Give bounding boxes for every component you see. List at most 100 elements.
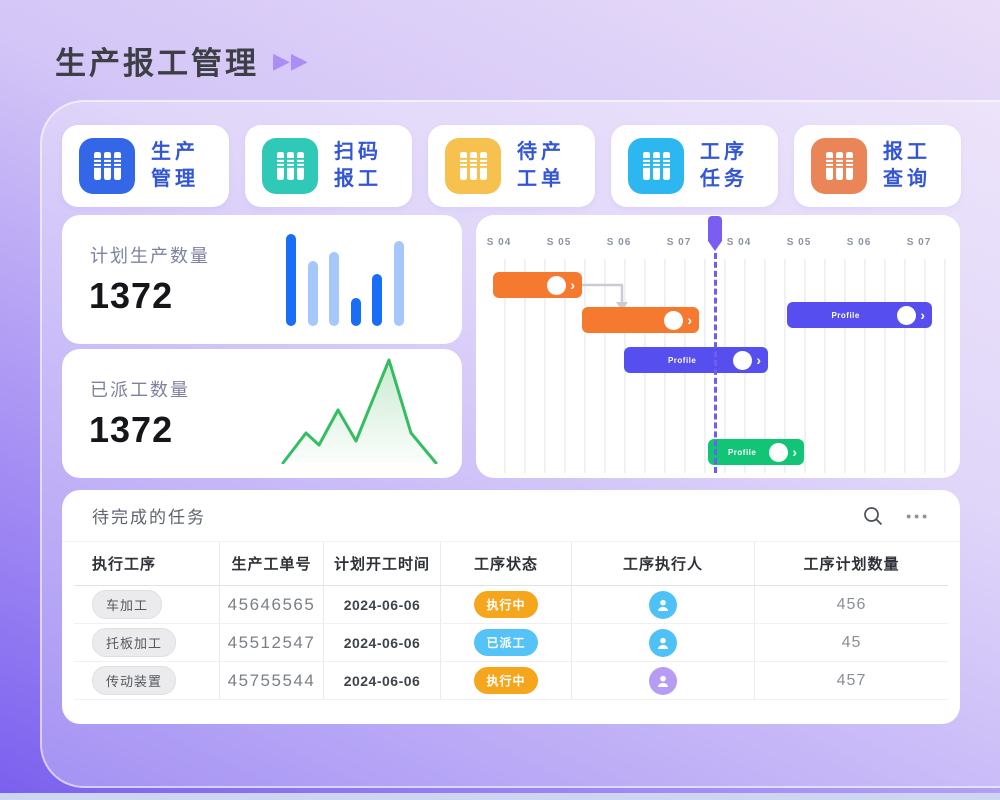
planned-quantity: 45 bbox=[755, 624, 948, 661]
books-icon bbox=[456, 149, 490, 183]
chevron-right-icon: › bbox=[687, 311, 692, 330]
avatar[interactable] bbox=[649, 667, 677, 695]
gantt-marker-line bbox=[714, 253, 717, 473]
column-header: 工序状态 bbox=[441, 542, 572, 585]
nav-icon bbox=[445, 138, 501, 194]
books-icon bbox=[639, 149, 673, 183]
process-pill[interactable]: 托板加工 bbox=[92, 628, 176, 657]
gantt-bar-handle[interactable] bbox=[897, 306, 916, 325]
gantt-tick-label: S 04 bbox=[487, 237, 512, 248]
table-row[interactable]: 车加工 45646565 2024-06-06 执行中 456 bbox=[74, 586, 948, 624]
process-pill[interactable]: 传动装置 bbox=[92, 666, 176, 695]
planned-quantity: 457 bbox=[755, 662, 948, 699]
nav-card-1[interactable]: 扫码报工 bbox=[245, 125, 412, 207]
bar bbox=[372, 274, 382, 326]
gantt-task-bar-2[interactable]: Profile › bbox=[787, 302, 932, 328]
gantt-task-bar-4[interactable]: Profile › bbox=[708, 439, 804, 465]
table-row[interactable]: 托板加工 45512547 2024-06-06 已派工 45 bbox=[74, 624, 948, 662]
nav-row: 生产管理 扫码报工 待产工单 工序任务 报工查询 bbox=[62, 125, 961, 207]
table-title: 待完成的任务 bbox=[92, 503, 862, 528]
books-icon bbox=[90, 149, 124, 183]
nav-label: 待产工单 bbox=[517, 139, 565, 193]
stat-card-dispatched-quantity: 已派工数量 1372 bbox=[62, 349, 462, 478]
bar bbox=[394, 241, 404, 326]
column-header: 计划开工时间 bbox=[324, 542, 441, 585]
tasks-table: 执行工序 生产工单号 计划开工时间 工序状态 工序执行人 工序计划数量 车加工 … bbox=[74, 542, 948, 700]
table-row[interactable]: 传动装置 45755544 2024-06-06 执行中 457 bbox=[74, 662, 948, 700]
gantt-task-bar-0[interactable]: › bbox=[493, 272, 582, 298]
avatar[interactable] bbox=[649, 629, 677, 657]
gantt-task-bar-3[interactable]: Profile › bbox=[624, 347, 768, 373]
bar bbox=[329, 252, 339, 326]
status-badge: 执行中 bbox=[474, 591, 537, 618]
process-pill[interactable]: 车加工 bbox=[92, 590, 162, 619]
nav-icon bbox=[262, 138, 318, 194]
gantt-tick-label: S 06 bbox=[607, 237, 632, 248]
status-badge: 已派工 bbox=[474, 629, 537, 656]
gantt-bar-label: Profile bbox=[715, 448, 769, 457]
start-date: 2024-06-06 bbox=[324, 624, 441, 661]
gantt-bar-label: Profile bbox=[794, 311, 897, 320]
table-title-bar: 待完成的任务 ••• bbox=[62, 490, 960, 542]
main-container: 生产管理 扫码报工 待产工单 工序任务 报工查询 计划生产数量 1372 已派工… bbox=[40, 100, 1000, 788]
books-icon bbox=[822, 149, 856, 183]
gantt-task-bar-1[interactable]: › bbox=[582, 307, 699, 333]
nav-label: 扫码报工 bbox=[334, 139, 382, 193]
planned-quantity: 456 bbox=[755, 586, 948, 623]
start-date: 2024-06-06 bbox=[324, 586, 441, 623]
gantt-tick-label: S 06 bbox=[847, 237, 872, 248]
nav-icon bbox=[811, 138, 867, 194]
books-icon bbox=[273, 149, 307, 183]
stat-card-planned-quantity: 计划生产数量 1372 bbox=[62, 215, 462, 344]
gantt-bar-handle[interactable] bbox=[733, 351, 752, 370]
stat-value: 1372 bbox=[89, 275, 173, 317]
column-header: 工序计划数量 bbox=[755, 542, 948, 585]
gantt-bar-handle[interactable] bbox=[664, 311, 683, 330]
gantt-bar-handle[interactable] bbox=[769, 443, 788, 462]
bar bbox=[351, 298, 361, 326]
chevron-right-icon: › bbox=[756, 351, 761, 370]
more-options-icon[interactable]: ••• bbox=[906, 508, 930, 524]
gantt-bar-handle[interactable] bbox=[547, 276, 566, 295]
gantt-tick-label: S 07 bbox=[907, 237, 932, 248]
column-header: 生产工单号 bbox=[220, 542, 324, 585]
dispatched-line-chart bbox=[281, 358, 438, 464]
bottom-strip bbox=[0, 793, 1000, 800]
pending-tasks-panel: 待完成的任务 ••• 执行工序 生产工单号 计划开工时间 工序状态 工序执行人 … bbox=[62, 490, 960, 724]
order-number: 45755544 bbox=[220, 662, 324, 699]
nav-card-4[interactable]: 报工查询 bbox=[794, 125, 961, 207]
order-number: 45512547 bbox=[220, 624, 324, 661]
person-icon bbox=[655, 635, 671, 651]
nav-icon bbox=[628, 138, 684, 194]
planned-bar-chart bbox=[286, 230, 404, 326]
gantt-tick-label: S 07 bbox=[667, 237, 692, 248]
gantt-bar-label: Profile bbox=[631, 356, 733, 365]
title-arrows-icon: ▶▶ bbox=[273, 48, 309, 74]
nav-card-2[interactable]: 待产工单 bbox=[428, 125, 595, 207]
nav-card-3[interactable]: 工序任务 bbox=[611, 125, 778, 207]
nav-label: 工序任务 bbox=[700, 139, 748, 193]
gantt-today-marker-icon[interactable] bbox=[707, 215, 723, 255]
page-title: 生产报工管理 bbox=[55, 38, 259, 83]
start-date: 2024-06-06 bbox=[324, 662, 441, 699]
table-header-row: 执行工序 生产工单号 计划开工时间 工序状态 工序执行人 工序计划数量 bbox=[74, 542, 948, 586]
chevron-right-icon: › bbox=[792, 443, 797, 462]
search-icon[interactable] bbox=[862, 505, 884, 527]
stat-value: 1372 bbox=[89, 409, 173, 451]
avatar[interactable] bbox=[649, 591, 677, 619]
page-header: 生产报工管理 ▶▶ bbox=[55, 38, 309, 83]
gantt-panel: S 04S 05S 06S 07S 04S 05S 06S 07 › › Pro… bbox=[476, 215, 960, 478]
stat-label: 计划生产数量 bbox=[90, 242, 210, 268]
nav-icon bbox=[79, 138, 135, 194]
column-header: 执行工序 bbox=[74, 542, 220, 585]
bar bbox=[308, 261, 318, 326]
nav-card-0[interactable]: 生产管理 bbox=[62, 125, 229, 207]
gantt-tick-label: S 05 bbox=[547, 237, 572, 248]
nav-label: 报工查询 bbox=[883, 139, 931, 193]
chevron-right-icon: › bbox=[570, 276, 575, 295]
chevron-right-icon: › bbox=[920, 306, 925, 325]
nav-label: 生产管理 bbox=[151, 139, 199, 193]
stat-label: 已派工数量 bbox=[90, 376, 190, 402]
column-header: 工序执行人 bbox=[572, 542, 755, 585]
bar bbox=[286, 234, 296, 326]
